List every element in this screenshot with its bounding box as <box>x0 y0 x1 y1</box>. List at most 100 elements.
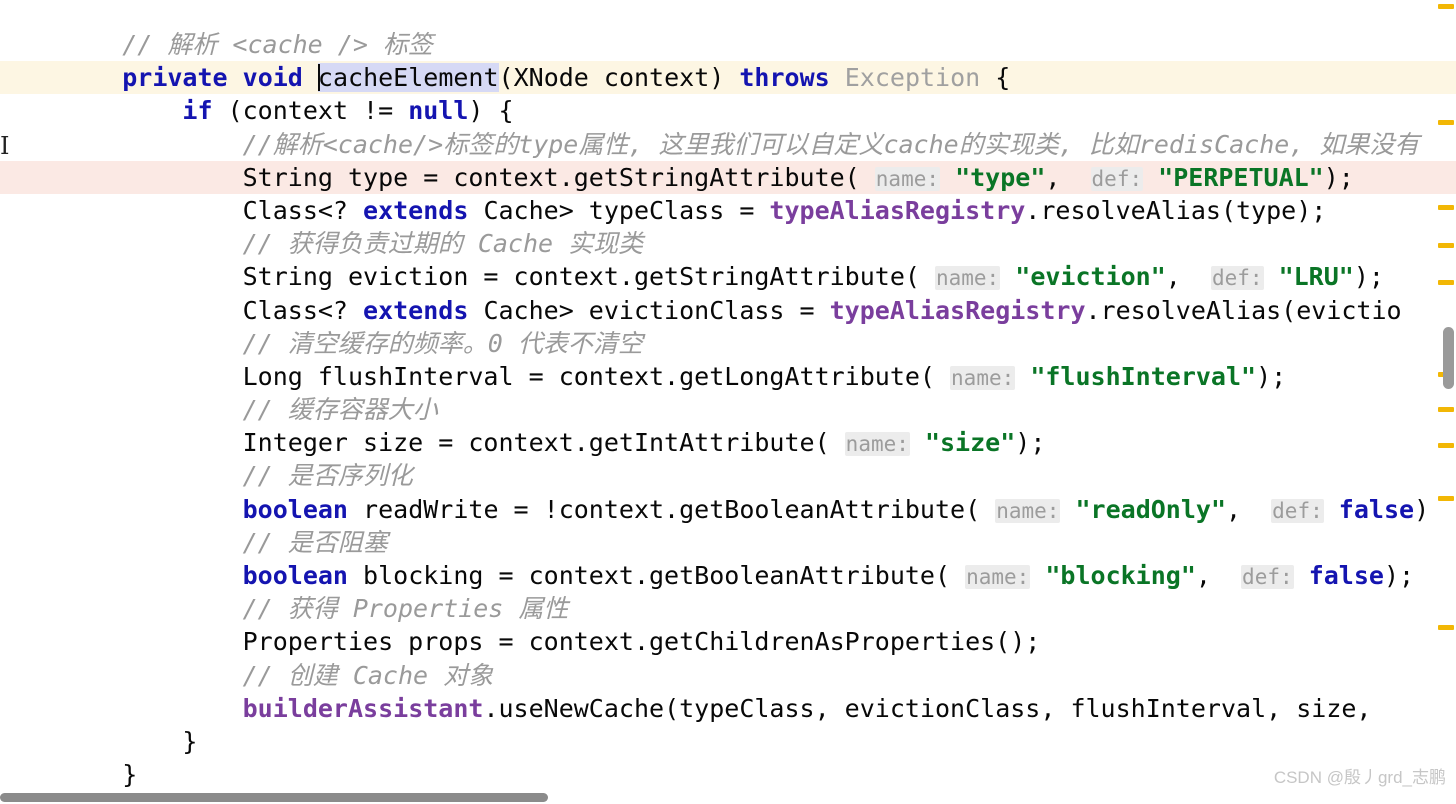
code-token-plain: Cache> evictionClass = <box>468 295 830 325</box>
code-line[interactable]: //解析<cache/>标签的type属性, 这里我们可以自定义cache的实现… <box>0 128 1456 161</box>
code-line[interactable]: // 清空缓存的频率。0 代表不清空 <box>0 327 1456 360</box>
code-line[interactable]: boolean blocking = context.getBooleanAtt… <box>0 559 1456 592</box>
code-token-cmt: //解析<cache/>标签的type属性, 这里我们可以自定义cache的实现… <box>242 129 1420 159</box>
code-line[interactable]: Class<? extends Cache> evictionClass = t… <box>0 294 1456 327</box>
code-token-kw: null <box>408 96 469 126</box>
code-token-str: "flushInterval" <box>1030 361 1257 391</box>
code-token-str: "blocking" <box>1045 561 1196 590</box>
vertical-scrollbar-thumb[interactable] <box>1443 327 1454 389</box>
code-line[interactable]: } <box>0 725 1456 758</box>
code-line-text: boolean readWrite = !context.getBooleanA… <box>0 493 1430 528</box>
code-line[interactable]: if (context != null) { <box>0 94 1456 127</box>
horizontal-scrollbar-track[interactable] <box>0 791 1456 804</box>
code-line[interactable]: // 获得 Properties 属性 <box>0 592 1456 625</box>
code-token-hint: name: <box>874 166 940 191</box>
code-line-text: String type = context.getStringAttribute… <box>0 161 1354 196</box>
code-token-plain: ) <box>1414 494 1430 524</box>
code-text-area[interactable]: // 解析 <cache /> 标签 private void cacheEle… <box>0 0 1456 790</box>
code-token-plain: ); <box>1353 262 1384 292</box>
code-line[interactable]: Integer size = context.getIntAttribute( … <box>0 426 1456 459</box>
code-token-cmt: // 清空缓存的频率。0 代表不清空 <box>242 328 643 358</box>
code-line-text: Integer size = context.getIntAttribute( … <box>0 426 1046 461</box>
code-token-plain: (context != <box>212 96 409 126</box>
code-line-text: Long flushInterval = context.getLongAttr… <box>0 360 1287 395</box>
code-token-plain: .useNewCache(typeClass, evictionClass, f… <box>483 693 1387 723</box>
code-line[interactable]: } <box>0 758 1456 790</box>
code-token-plain: blocking = context.getBooleanAttribute( <box>347 561 966 590</box>
code-token-plain: ); <box>1015 428 1046 458</box>
code-token-kw: private <box>122 63 228 93</box>
code-token-plain: .resolveAlias(evictio <box>1085 295 1402 325</box>
code-token-hint: def: <box>1271 498 1324 523</box>
code-token-caret-ident: cacheElement <box>317 63 499 93</box>
code-line-text: Class<? extends Cache> evictionClass = t… <box>0 294 1402 327</box>
code-line-text: } <box>0 725 197 758</box>
code-line[interactable]: builderAssistant.useNewCache(typeClass, … <box>0 692 1456 725</box>
code-token-plain: String type = context.getStringAttribute… <box>62 162 875 192</box>
code-line[interactable]: // 解析 <cache /> 标签 <box>0 28 1456 61</box>
code-token-kw: boolean <box>242 561 348 590</box>
code-token-hint: def: <box>1210 266 1264 291</box>
code-token-hint: name: <box>965 565 1031 589</box>
code-token-hint: name: <box>995 498 1061 523</box>
horizontal-scrollbar-thumb[interactable] <box>0 793 548 802</box>
code-line[interactable]: // 是否序列化 <box>0 459 1456 492</box>
code-line[interactable]: // 创建 Cache 对象 <box>0 659 1456 692</box>
code-lines: // 解析 <cache /> 标签 private void cacheEle… <box>0 28 1456 790</box>
code-line-text: String eviction = context.getStringAttri… <box>0 260 1384 295</box>
code-token-plain: { <box>980 63 1011 93</box>
code-token-plain: ) { <box>468 96 514 126</box>
code-token-dim: Exception <box>844 63 981 93</box>
code-line[interactable]: // 获得负责过期的 Cache 实现类 <box>0 227 1456 260</box>
code-line[interactable]: String eviction = context.getStringAttri… <box>0 260 1456 293</box>
code-token-plain: , <box>1045 162 1091 192</box>
code-token-kw: throws <box>739 63 830 93</box>
code-line[interactable]: private void cacheElement(XNode context)… <box>0 61 1456 95</box>
code-line[interactable]: Class<? extends Cache> typeClass = typeA… <box>0 194 1456 227</box>
code-token-cmt: // 创建 Cache 对象 <box>242 660 494 690</box>
code-line-text: // 是否阻塞 <box>0 526 388 559</box>
code-token-plain: Properties props = context.getChildrenAs… <box>62 627 1041 657</box>
code-line-text: //解析<cache/>标签的type属性, 这里我们可以自定义cache的实现… <box>0 128 1420 161</box>
code-line-text: // 清空缓存的频率。0 代表不清空 <box>0 327 643 360</box>
code-token-str: "type" <box>955 162 1046 192</box>
code-token-hint: name: <box>950 365 1016 390</box>
code-line[interactable]: Long flushInterval = context.getLongAttr… <box>0 360 1456 393</box>
code-line[interactable]: boolean readWrite = !context.getBooleanA… <box>0 493 1456 526</box>
code-token-kw: extends <box>363 195 469 225</box>
code-line[interactable]: Properties props = context.getChildrenAs… <box>0 625 1456 658</box>
code-line[interactable]: // 是否阻塞 <box>0 526 1456 559</box>
code-token-hint: name: <box>934 266 1001 291</box>
code-line-text: Properties props = context.getChildrenAs… <box>0 625 1041 658</box>
code-line[interactable]: String type = context.getStringAttribute… <box>0 160 1456 196</box>
code-line-text: // 缓存容器大小 <box>0 393 438 426</box>
code-line[interactable]: // 缓存容器大小 <box>0 393 1456 426</box>
code-token-kw: false <box>1338 494 1415 524</box>
code-line-text: // 解析 <cache /> 标签 <box>0 28 433 61</box>
code-token-field: builderAssistant <box>242 693 484 723</box>
code-token-str: "size" <box>924 428 1016 458</box>
code-editor[interactable]: // 解析 <cache /> 标签 private void cacheEle… <box>0 0 1456 804</box>
code-token-field: typeAliasRegistry <box>769 195 1026 225</box>
